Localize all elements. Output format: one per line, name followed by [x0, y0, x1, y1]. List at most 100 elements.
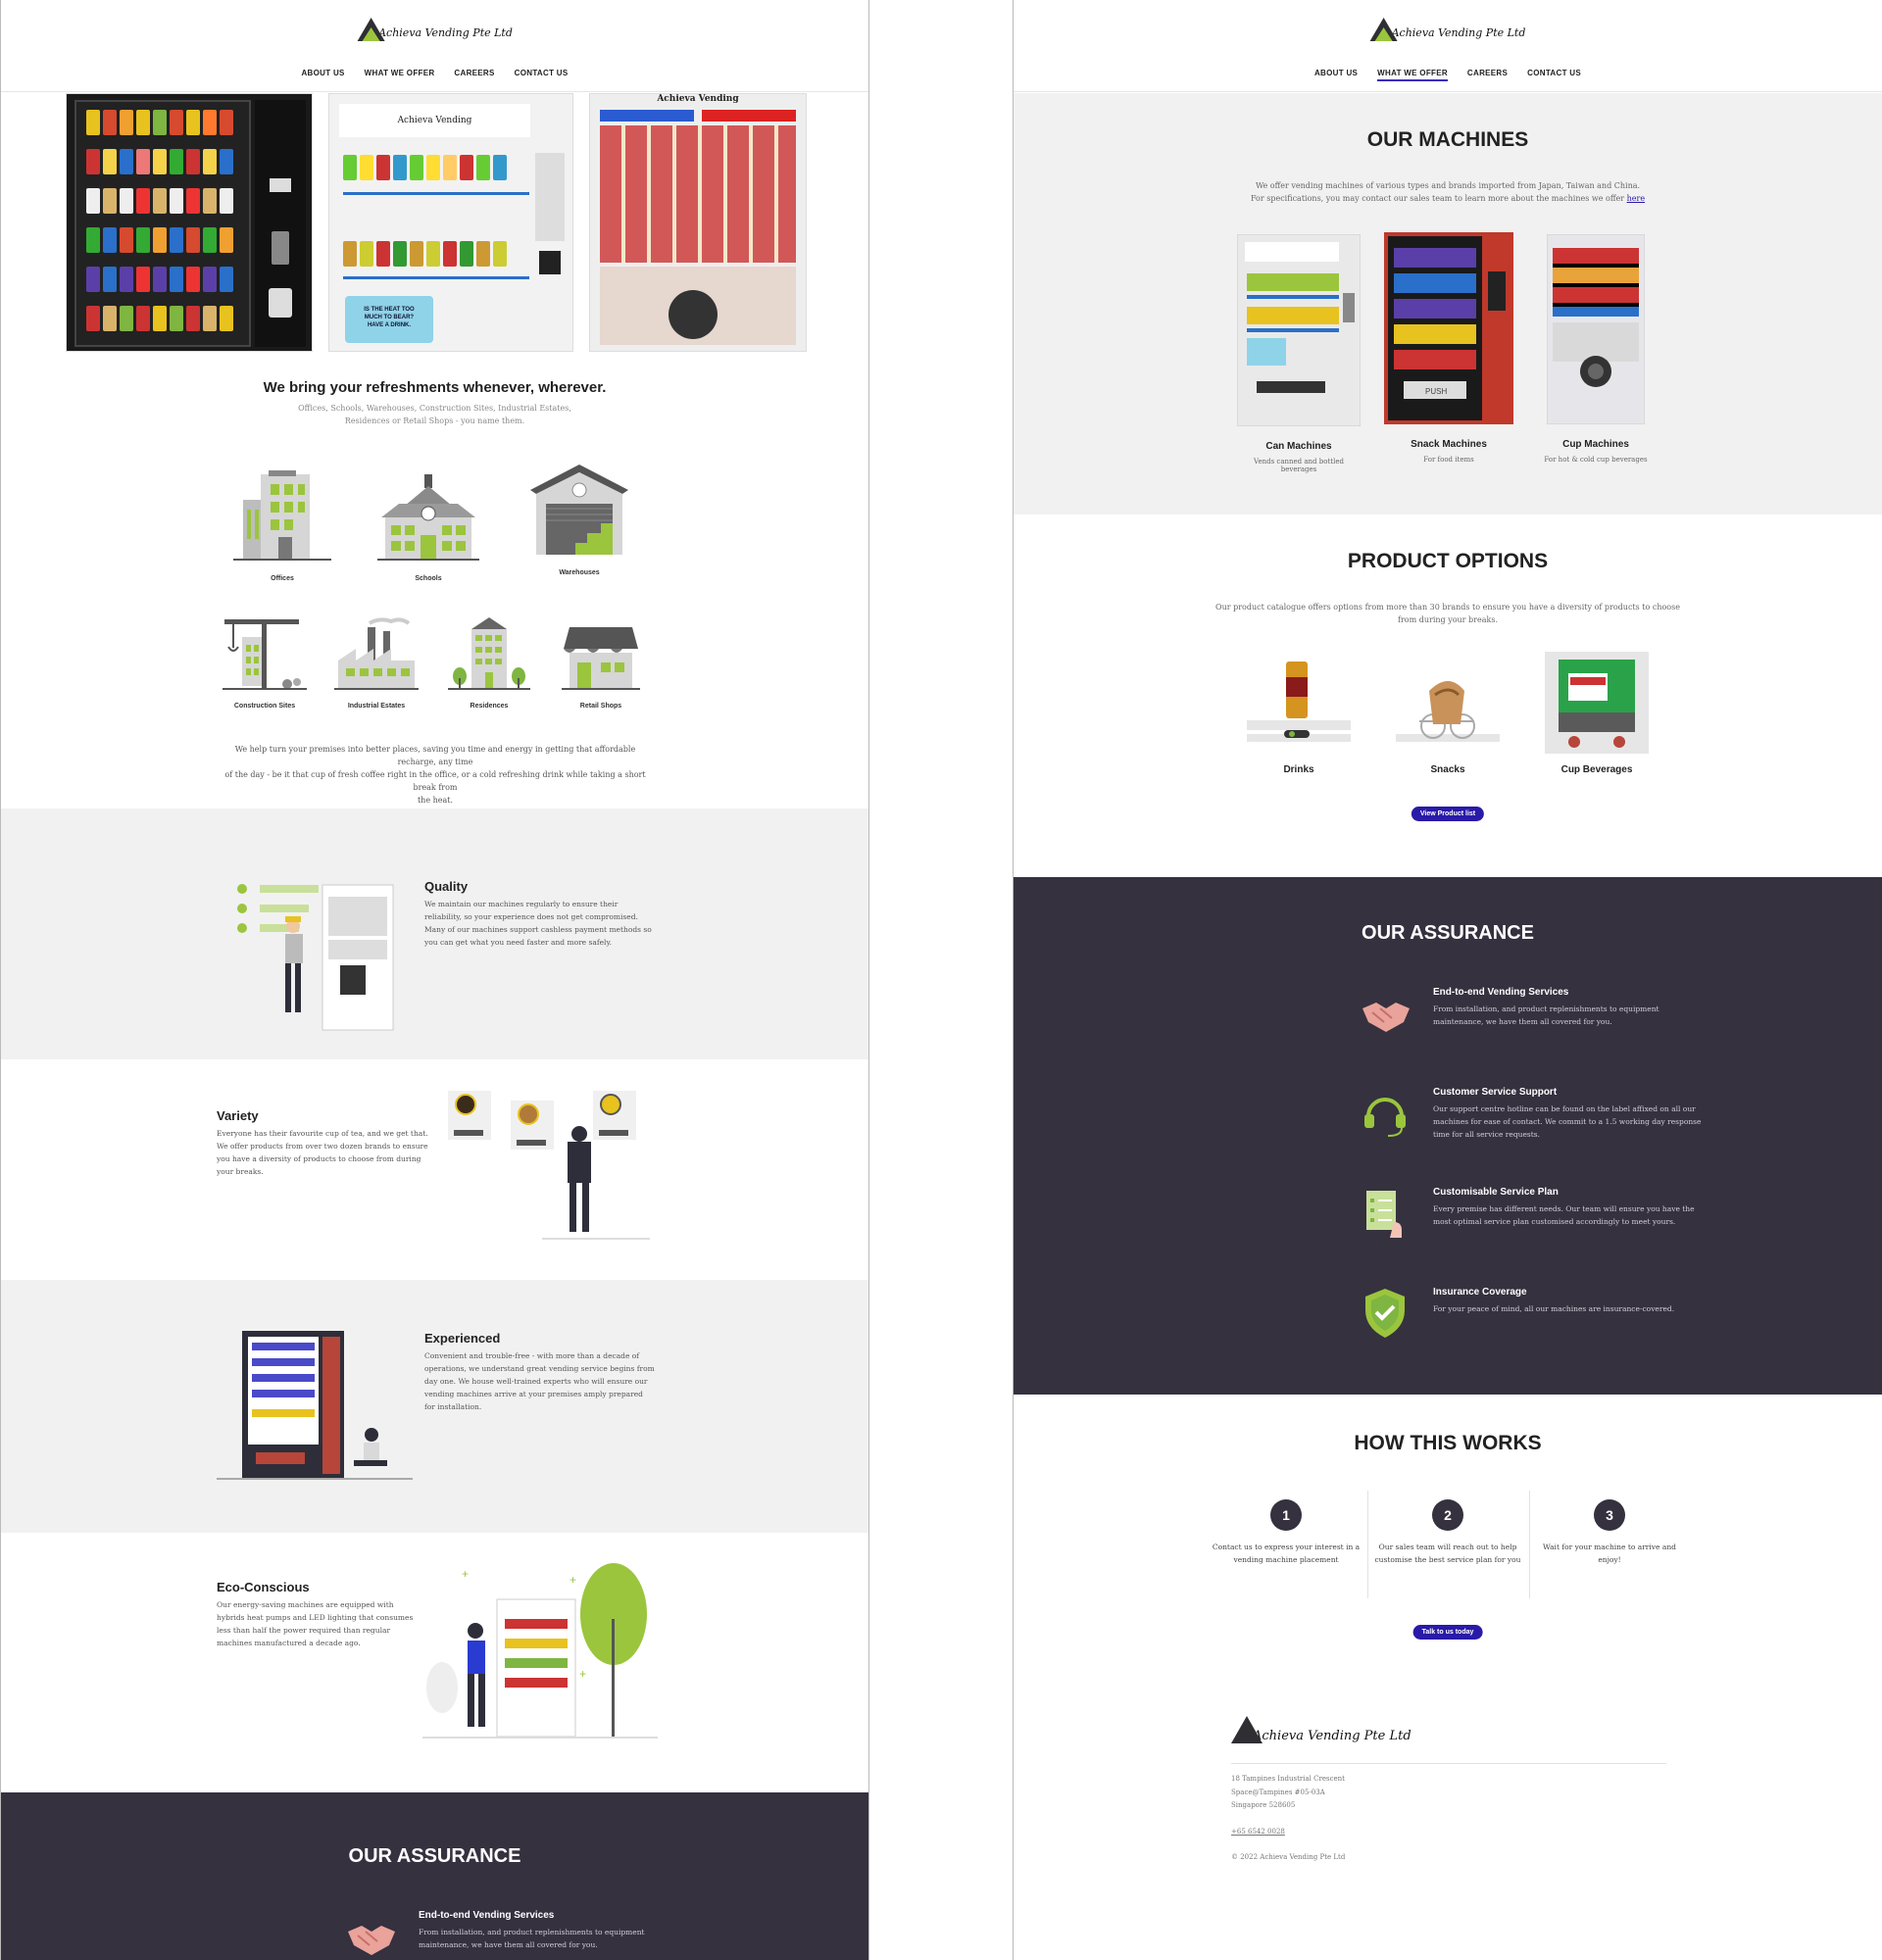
footer-logo[interactable]: Achieva Vending Pte Ltd [1231, 1716, 1412, 1743]
nav-offer[interactable]: WHAT WE OFFER [1377, 69, 1448, 81]
product-name: Drinks [1283, 764, 1314, 775]
location-label: Schools [415, 575, 442, 582]
school-building-icon [377, 474, 479, 561]
assurance-item-customer-support: Customer Service Support Our support cen… [1359, 1087, 1702, 1141]
svg-text:+: + [570, 1573, 576, 1587]
feature-quality-section: Quality We maintain our machines regular… [1, 808, 868, 1059]
nav-careers[interactable]: CAREERS [1467, 69, 1508, 81]
product-snacks[interactable]: Snacks [1394, 652, 1502, 775]
hero-cup-machine-image: Achieva Vending [589, 93, 807, 352]
feature-text: Our energy-saving machines are equipped … [217, 1600, 414, 1647]
tagline-heading: We bring your refreshments whenever, whe… [263, 379, 607, 396]
feature-title: Quality [424, 879, 469, 894]
step-number: 1 [1270, 1499, 1302, 1531]
feature-variety: Variety Everyone has their favourite cup… [217, 1108, 434, 1178]
hero-image-strip: Achieva Vending IS THE HEAT TOO MUCH TO … [66, 93, 807, 352]
logo-text: Achieva Vending Pte Ltd [1391, 26, 1526, 39]
machine-card-can[interactable]: Can Machines Vends canned and bottled be… [1235, 233, 1362, 473]
product-drinks[interactable]: Drinks [1245, 652, 1353, 775]
assurance-item-end-to-end: End-to-end Vending Services From install… [1359, 987, 1702, 1040]
machine-name: Can Machines [1265, 441, 1332, 452]
nav-contact[interactable]: CONTACT US [1527, 69, 1581, 81]
residence-building-icon [448, 617, 530, 690]
machine-desc: For food items [1423, 456, 1474, 464]
construction-crane-icon [223, 619, 307, 690]
location-label: Retail Shops [579, 703, 622, 710]
experienced-illustration [217, 1331, 413, 1480]
hero-can-brand-label: Achieva Vending [339, 104, 530, 137]
feature-title: Experienced [424, 1331, 501, 1346]
products-heading: PRODUCT OPTIONS [1347, 550, 1549, 572]
snack-push-label: PUSH [1425, 387, 1447, 396]
assurance-text: From installation, and product replenish… [1433, 1004, 1659, 1026]
machines-sub-2: For specifications, you may contact our … [1250, 194, 1646, 203]
location-label: Residences [470, 703, 509, 710]
handshake-icon [1359, 987, 1412, 1040]
brand-logo[interactable]: Achieva Vending Pte Ltd [357, 18, 513, 41]
location-residences: Residences [448, 617, 530, 710]
office-building-icon [233, 470, 331, 561]
feature-text: Convenient and trouble-free - with more … [424, 1351, 655, 1411]
home-assurance-section: OUR ASSURANCE End-to-end Vending Service… [1, 1792, 868, 1960]
step-text: Our sales team will reach out to help cu… [1374, 1543, 1521, 1564]
step-divider [1529, 1491, 1530, 1598]
assurance-text: From installation, and product replenish… [419, 1928, 645, 1949]
nav-offer[interactable]: WHAT WE OFFER [365, 69, 435, 79]
quality-illustration [237, 884, 394, 1031]
view-product-list-button[interactable]: View Product list [1411, 807, 1485, 821]
feature-eco-conscious: Eco-Conscious Our energy-saving machines… [217, 1580, 422, 1649]
location-schools: Schools [377, 474, 479, 582]
location-warehouses: Warehouses [530, 465, 628, 576]
feature-text: Everyone has their favourite cup of tea,… [217, 1129, 428, 1176]
products-sub-1: Our product catalogue offers options fro… [1215, 603, 1680, 612]
hero-can-machine-image: Achieva Vending IS THE HEAT TOO MUCH TO … [328, 93, 573, 352]
step-divider [1367, 1491, 1368, 1598]
feature-quality: Quality We maintain our machines regular… [424, 879, 656, 949]
machines-heading: OUR MACHINES [1366, 128, 1529, 151]
location-offices: Offices [233, 470, 331, 582]
retail-shop-icon [562, 627, 640, 690]
how-heading: HOW THIS WORKS [1354, 1432, 1542, 1454]
location-label: Offices [271, 575, 294, 582]
svg-text:+: + [579, 1667, 586, 1681]
footer-phone-link[interactable]: +65 6542 0028 [1231, 1826, 1285, 1839]
machines-sub-1: We offer vending machines of various typ… [1255, 181, 1641, 190]
step-number: 3 [1594, 1499, 1625, 1531]
machine-card-snack[interactable]: PUSH Snack Machines For food items [1382, 232, 1515, 464]
step-text: Wait for your machine to arrive and enjo… [1543, 1543, 1676, 1564]
product-cup-beverages[interactable]: Cup Beverages [1543, 652, 1651, 775]
assurance-title: End-to-end Vending Services [1433, 987, 1569, 998]
site-footer: Achieva Vending Pte Ltd 18 Tampines Indu… [1014, 1689, 1882, 1960]
cup-machine-image [1546, 233, 1646, 425]
cup-beverages-image [1545, 652, 1649, 754]
machine-card-cup[interactable]: Cup Machines For hot & cold cup beverage… [1539, 233, 1653, 464]
svg-text:+: + [462, 1567, 469, 1581]
logo-triangle-icon [357, 18, 385, 41]
nav-about[interactable]: ABOUT US [301, 69, 344, 79]
location-retail-shops: Retail Shops [562, 623, 640, 710]
location-label: Industrial Estates [347, 703, 406, 710]
talk-to-us-button[interactable]: Talk to us today [1412, 1625, 1483, 1640]
nav-contact[interactable]: CONTACT US [515, 69, 569, 79]
how-this-works-section: HOW THIS WORKS 1 Contact us to express y… [1014, 1395, 1882, 1689]
tagline-sub-2: Residences or Retail Shops - you name th… [344, 416, 525, 425]
site-header: Achieva Vending Pte Ltd ABOUT US WHAT WE… [1, 0, 868, 92]
machine-desc: Vends canned and bottled beverages [1254, 458, 1344, 473]
variety-illustration [448, 1091, 650, 1240]
brand-logo[interactable]: Achieva Vending Pte Ltd [1369, 18, 1526, 41]
hero-snack-machine-image [66, 93, 313, 352]
drinks-image [1247, 662, 1351, 742]
location-label: Construction Sites [233, 703, 296, 710]
intro-paragraph: We help turn your premises into better p… [224, 745, 646, 805]
nav-careers[interactable]: CAREERS [454, 69, 494, 79]
assurance-title: Customisable Service Plan [1433, 1187, 1559, 1198]
site-header: Achieva Vending Pte Ltd ABOUT US WHAT WE… [1014, 0, 1882, 92]
nav-about[interactable]: ABOUT US [1314, 69, 1358, 81]
feature-eco-section: Eco-Conscious Our energy-saving machines… [1, 1533, 868, 1791]
step-3: 3 Wait for your machine to arrive and en… [1531, 1499, 1688, 1566]
can-machine-image [1236, 233, 1362, 427]
machines-specs-link[interactable]: here [1627, 194, 1645, 203]
location-label: Warehouses [559, 569, 600, 576]
machine-desc: For hot & cold cup beverages [1544, 456, 1648, 464]
assurance-title: Customer Service Support [1433, 1087, 1558, 1098]
